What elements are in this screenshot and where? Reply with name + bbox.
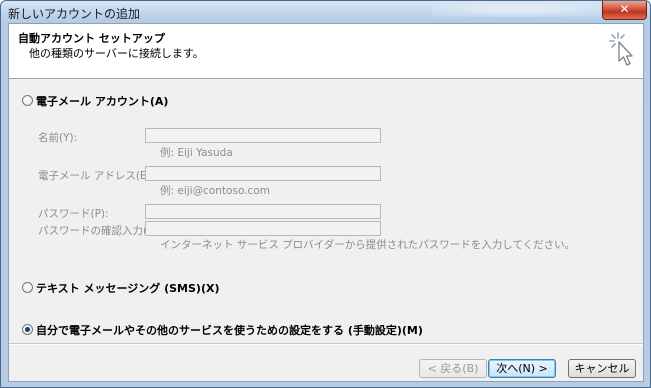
title-bar-glow — [431, 3, 601, 17]
name-input[interactable] — [145, 128, 381, 143]
password-input[interactable] — [145, 204, 381, 219]
add-account-dialog: 新しいアカウントの追加 ✕ 自動アカウント セットアップ 他の種類のサーバーに接… — [0, 0, 651, 388]
name-example: 例: Eiji Yasuda — [160, 147, 233, 159]
footer-divider — [9, 343, 643, 345]
close-button[interactable]: ✕ — [602, 1, 647, 20]
email-account-radio[interactable] — [22, 95, 33, 106]
wizard-cursor-icon — [609, 32, 633, 66]
window-title: 新しいアカウントの追加 — [8, 7, 141, 21]
dialog-body: 自動アカウント セットアップ 他の種類のサーバーに接続します。 電子メール アカ… — [8, 23, 644, 382]
wizard-header: 自動アカウント セットアップ 他の種類のサーバーに接続します。 — [9, 24, 643, 79]
name-label: 名前(Y): — [38, 132, 78, 144]
sms-radio[interactable] — [22, 282, 33, 293]
password-hint: インターネット サービス プロバイダーから提供されたパスワードを入力してください… — [160, 239, 576, 251]
sms-label[interactable]: テキスト メッセージング (SMS)(X) — [36, 280, 220, 296]
email-example: 例: eiji@contoso.com — [160, 185, 270, 197]
manual-setup-radio[interactable] — [22, 324, 33, 335]
manual-setup-label[interactable]: 自分で電子メールやその他のサービスを使うための設定をする (手動設定)(M) — [36, 322, 423, 338]
email-address-input[interactable] — [145, 166, 381, 181]
confirm-password-input[interactable] — [145, 221, 381, 236]
confirm-password-label: パスワードの確認入力(T): — [38, 225, 162, 237]
title-bar[interactable]: 新しいアカウントの追加 ✕ — [1, 1, 650, 23]
password-label: パスワード(P): — [38, 208, 109, 220]
next-button[interactable]: 次へ(N) > — [488, 359, 556, 378]
cancel-button[interactable]: キャンセル — [568, 359, 636, 378]
email-account-label[interactable]: 電子メール アカウント(A) — [36, 93, 168, 109]
header-subtitle: 他の種類のサーバーに接続します。 — [29, 47, 204, 60]
email-address-label: 電子メール アドレス(E): — [38, 170, 155, 182]
back-button[interactable]: < 戻る(B) — [419, 359, 487, 378]
header-title: 自動アカウント セットアップ — [18, 32, 165, 45]
